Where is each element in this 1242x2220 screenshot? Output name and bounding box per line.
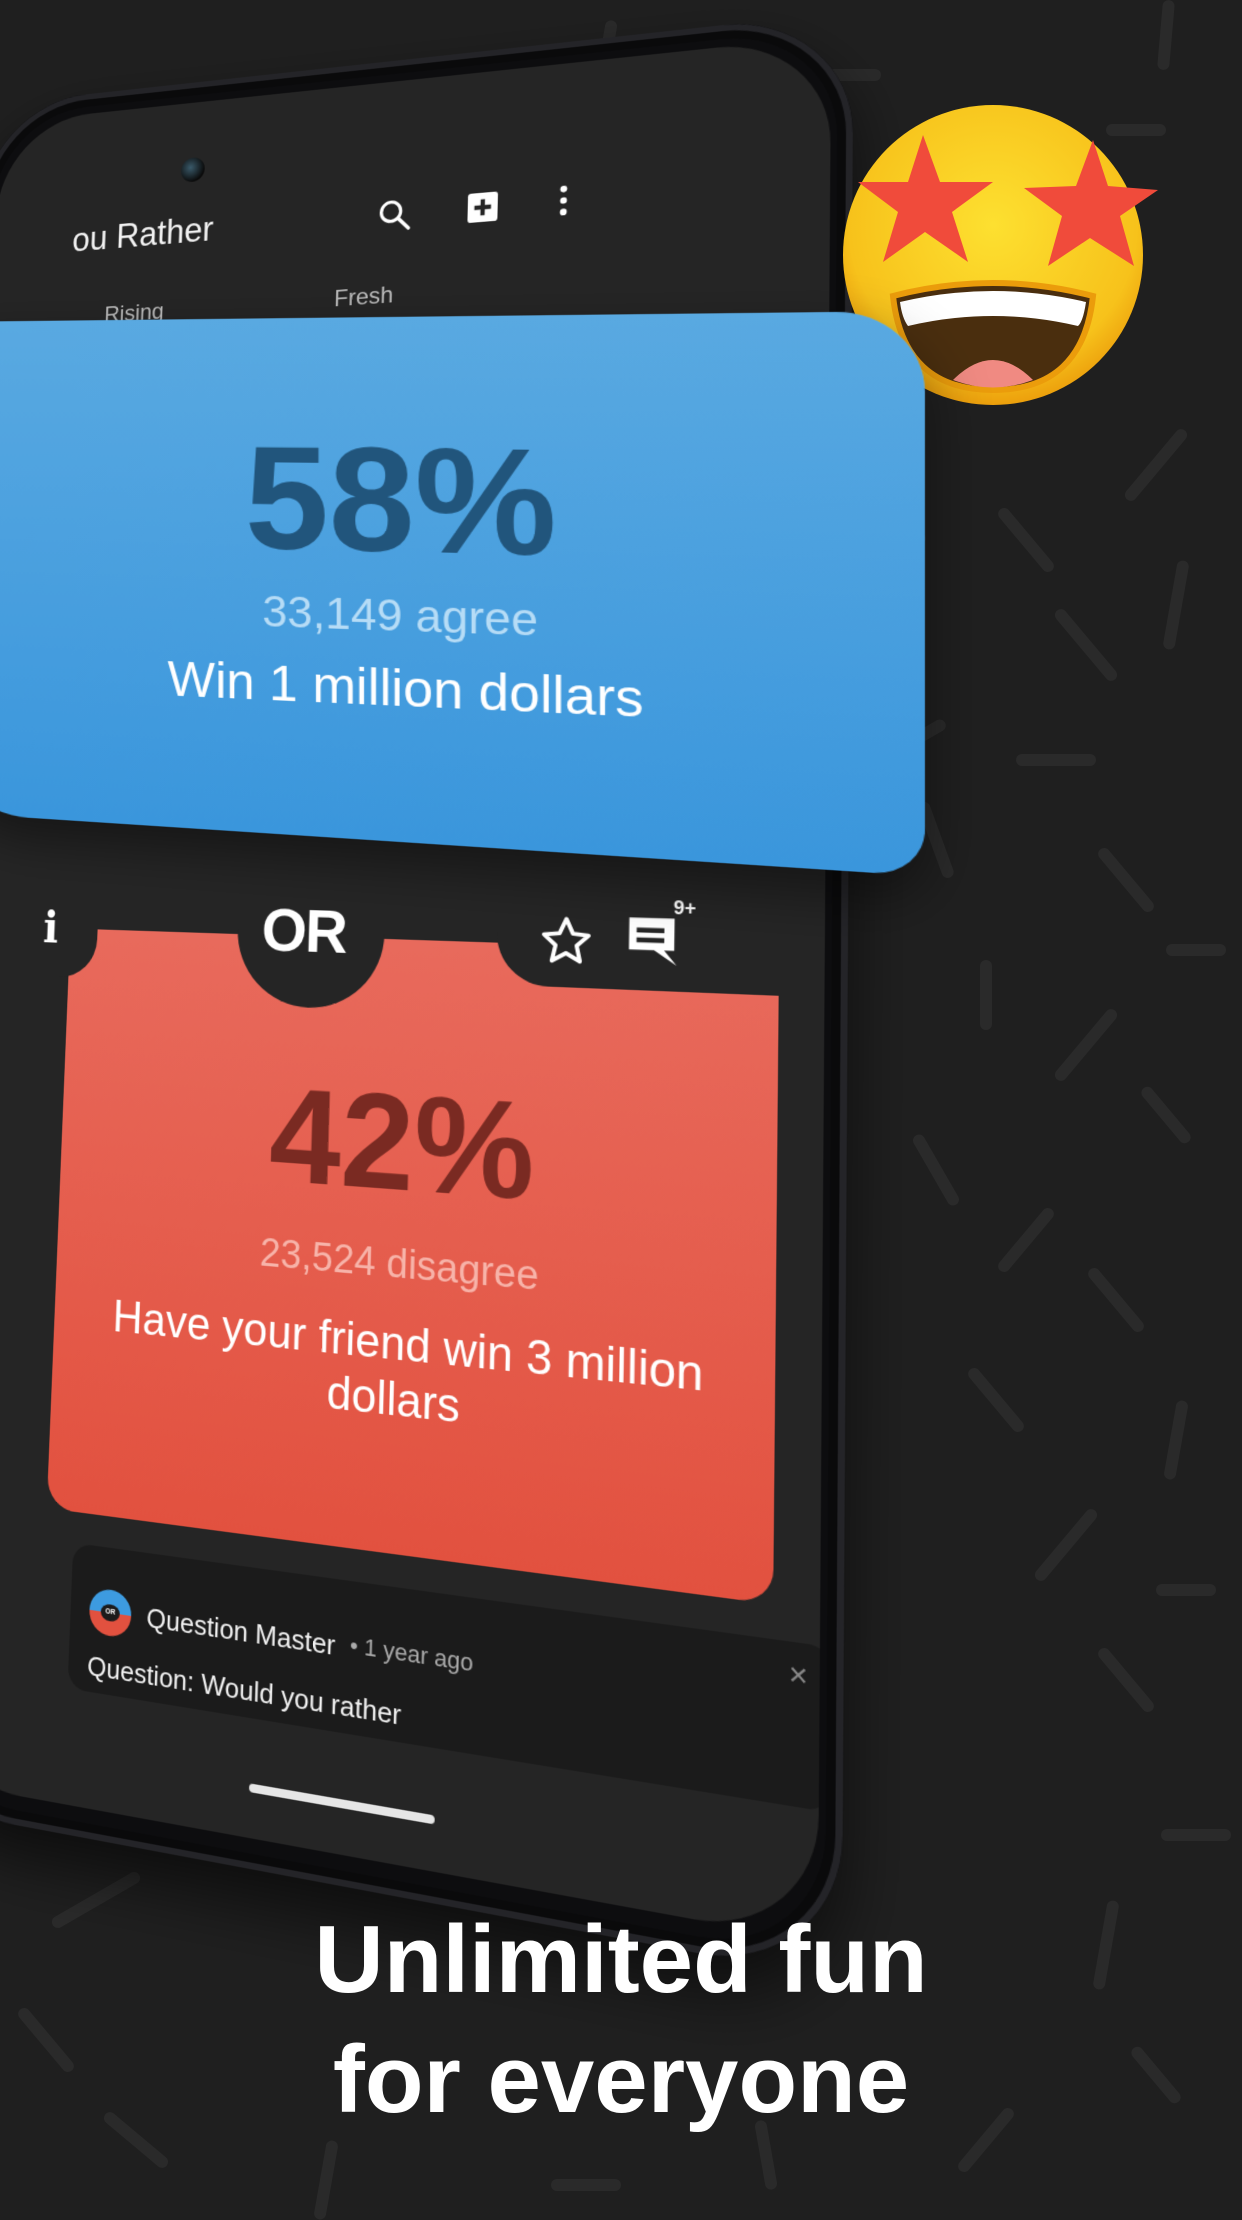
post-time: • 1 year ago [349, 1631, 474, 1677]
or-logo: OR [260, 895, 347, 967]
headline: Unlimited fun for everyone [0, 1900, 1242, 2140]
comments-badge: 9+ [673, 896, 697, 920]
search-icon[interactable] [374, 194, 414, 236]
author-avatar: OR [88, 1586, 133, 1640]
option-a-percent: 58% [244, 414, 557, 589]
star-icon[interactable] [538, 912, 594, 969]
option-b-text: Have your friend win 3 million dollars [111, 1291, 704, 1434]
more-vert-icon[interactable] [543, 179, 585, 222]
front-camera [180, 156, 206, 183]
headline-line-1: Unlimited fun [314, 1906, 928, 2013]
option-b-card[interactable]: 42% 23,524 disagree Have your friend win… [46, 928, 780, 1605]
add-question-icon[interactable] [462, 186, 503, 228]
question-text: Question: Would you rather [86, 1649, 402, 1732]
headline-line-2: for everyone [332, 2026, 910, 2133]
option-a-text: Win 1 million dollars [167, 651, 644, 730]
tab-fresh[interactable]: Fresh [334, 282, 394, 313]
author-name[interactable]: Question Master [146, 1601, 336, 1662]
app-title: ou Rather [71, 209, 215, 260]
option-b-percent: 42% [267, 1059, 537, 1230]
home-indicator[interactable] [248, 1783, 435, 1825]
info-icon[interactable]: i [42, 903, 59, 953]
option-a-card[interactable]: 58% 33,149 agree Win 1 million dollars [0, 310, 925, 877]
close-icon[interactable]: × [788, 1655, 808, 1695]
